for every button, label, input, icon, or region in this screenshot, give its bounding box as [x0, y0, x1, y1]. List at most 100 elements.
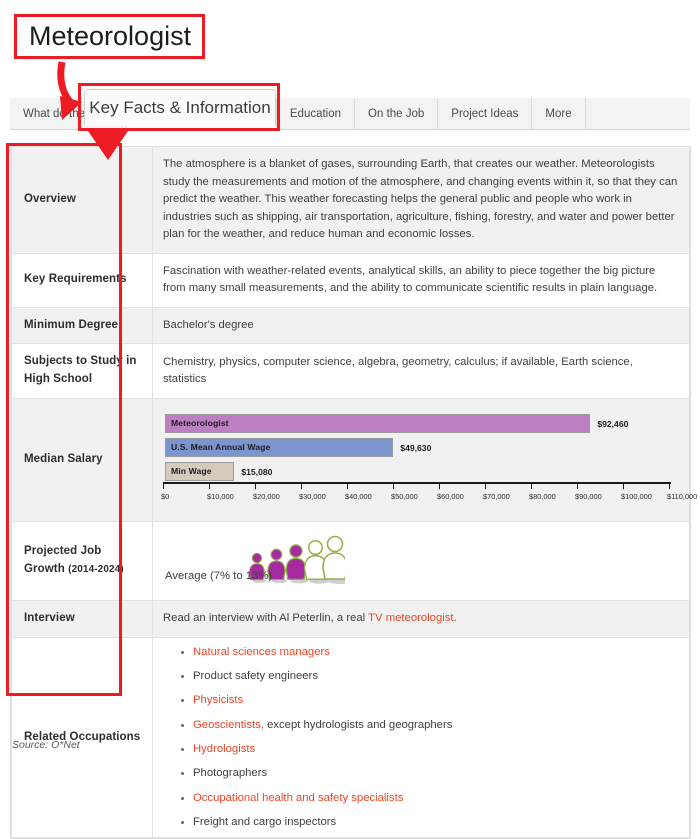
- related-occupation-link[interactable]: Geoscientists,: [193, 719, 264, 731]
- related-occupation-item: Freight and cargo inspectors: [181, 815, 679, 828]
- salary-axis-tick-label: $30,000: [299, 491, 326, 501]
- salary-axis-tick: [255, 481, 256, 489]
- table-row-subjects: Subjects to Study in High School Chemist…: [11, 343, 690, 399]
- related-occupation-link[interactable]: Physicists: [193, 694, 243, 706]
- tab-label: Education: [289, 107, 342, 120]
- related-occupation-item: Geoscientists, except hydrologists and g…: [181, 718, 679, 731]
- tab-label: On the Job: [368, 107, 425, 120]
- salary-bar-value: $49,630: [400, 442, 432, 453]
- related-occupation-text: Freight and cargo inspectors: [193, 815, 337, 828]
- related-occupation-item: Hydrologists: [181, 743, 679, 755]
- row-label-related-occupations: Related Occupations: [11, 636, 153, 839]
- person-icon-empty: [322, 535, 350, 584]
- salary-axis-line: [163, 481, 671, 484]
- salary-axis-tick: [163, 481, 164, 489]
- row-value-subjects: Chemistry, physics, computer science, al…: [152, 343, 690, 399]
- row-value-job-growth: Average (7% to 13%): [152, 520, 690, 601]
- salary-axis-tick-label: $70,000: [483, 491, 510, 501]
- salary-bar-label: U.S. Mean Annual Wage: [171, 441, 271, 452]
- salary-bar: Min Wage: [165, 461, 235, 481]
- row-label-key-requirements: Key Requirements: [11, 252, 153, 308]
- salary-bar-value: $92,460: [597, 418, 629, 429]
- annotation-tab-highlight-fill: Key Facts & Information: [84, 89, 276, 126]
- row-value-minimum-degree: Bachelor's degree: [152, 306, 690, 345]
- row-value-interview: Read an interview with Al Peterlin, a re…: [152, 599, 690, 638]
- salary-axis-tick-label: $60,000: [437, 491, 464, 501]
- job-growth-label-years: (2014-2024): [68, 563, 124, 575]
- salary-axis-tick-label: $10,000: [207, 491, 234, 501]
- salary-axis-tick: [301, 481, 302, 489]
- table-row-related-occupations: Related Occupations Natural sciences man…: [11, 636, 690, 839]
- related-occupation-item: Occupational health and safety specialis…: [181, 792, 679, 804]
- salary-axis-tick: [439, 481, 440, 489]
- growth-text: Average (7% to 13%): [165, 569, 273, 582]
- table-row-minimum-degree: Minimum Degree Bachelor's degree: [11, 306, 690, 345]
- related-occupation-item: Photographers: [181, 767, 679, 780]
- source-note: Source: O*Net: [12, 739, 80, 751]
- salary-bar-value: $15,080: [241, 466, 273, 477]
- table-row-interview: Interview Read an interview with Al Pete…: [11, 599, 690, 638]
- tv-meteorologist-link[interactable]: TV meteorologist: [368, 612, 453, 624]
- salary-axis-tick-label: $0: [161, 491, 170, 501]
- salary-axis-tick-label: $50,000: [391, 491, 418, 501]
- salary-axis-tick: [485, 481, 486, 489]
- row-label-overview: Overview: [11, 146, 153, 254]
- annotation-title-label: Meteorologist: [29, 21, 192, 51]
- salary-axis-tick: [209, 481, 210, 489]
- salary-axis-tick-label: $90,000: [575, 491, 602, 501]
- annotation-tab-label: Key Facts & Information: [89, 98, 271, 117]
- row-value-key-requirements: Fascination with weather-related events,…: [152, 252, 690, 308]
- related-occupation-link[interactable]: Natural sciences managers: [193, 646, 330, 658]
- related-occupation-text: Product safety engineers: [193, 670, 318, 683]
- tab-project-ideas[interactable]: Project Ideas: [438, 98, 533, 129]
- related-occupation-link[interactable]: Hydrologists: [193, 743, 255, 755]
- salary-bar-row: Min Wage $15,080: [165, 461, 677, 481]
- salary-axis-tick: [347, 481, 348, 489]
- salary-axis-tick: [393, 481, 394, 489]
- salary-bar-chart: Meteorologist $92,460 U.S. Mean Annual Wag…: [161, 408, 697, 512]
- salary-bar: U.S. Mean Annual Wage: [165, 437, 394, 457]
- related-occupations-list: Natural sciences managers Product safety …: [163, 646, 679, 828]
- salary-axis-tick: [623, 481, 624, 489]
- tab-label: Project Ideas: [451, 107, 519, 120]
- tab-more[interactable]: More: [532, 98, 586, 129]
- related-occupation-link[interactable]: Occupational health and safety specialis…: [193, 792, 403, 804]
- salary-axis-tick-label: $40,000: [345, 491, 372, 501]
- salary-axis-tick: [669, 481, 670, 489]
- growth-figure-group: Average (7% to 13%): [163, 531, 679, 591]
- salary-axis-tick-label: $20,000: [253, 491, 280, 501]
- salary-bar-row: Meteorologist $92,460: [165, 413, 677, 433]
- salary-bar: Meteorologist: [165, 413, 591, 433]
- related-occupation-item: Product safety engineers: [181, 670, 679, 683]
- salary-bar-row: U.S. Mean Annual Wage $49,630: [165, 437, 677, 457]
- salary-axis-tick-label: $100,000: [621, 491, 652, 501]
- related-occupation-text: Photographers: [193, 767, 268, 780]
- row-value-overview: The atmosphere is a blanket of gases, su…: [152, 146, 690, 254]
- table-row-overview: Overview The atmosphere is a blanket of …: [11, 146, 690, 254]
- salary-axis-tick-label: $80,000: [529, 491, 556, 501]
- salary-axis-tick: [577, 481, 578, 489]
- salary-bar-label: Meteorologist: [171, 417, 229, 428]
- key-facts-table: Overview The atmosphere is a blanket of …: [10, 146, 697, 839]
- salary-axis-tick: [531, 481, 532, 489]
- table-row-median-salary: Median Salary Meteorologist $92,460 U.S. M…: [11, 397, 697, 522]
- interview-text-before: Read an interview with Al Peterlin, a re…: [163, 612, 369, 625]
- interview-text-after: .: [453, 612, 457, 625]
- row-value-median-salary: Meteorologist $92,460 U.S. Mean Annual Wag…: [152, 397, 697, 522]
- related-occupation-suffix: except hydrologists and geographers: [263, 718, 453, 731]
- table-row-job-growth: Projected Job Growth (2014-2024) Average…: [11, 520, 690, 601]
- tab-bar-filler: [585, 98, 690, 129]
- row-value-related-occupations: Natural sciences managers Product safety …: [152, 636, 690, 839]
- row-label-median-salary: Median Salary: [11, 397, 153, 522]
- tab-label: More: [545, 107, 572, 120]
- table-row-key-requirements: Key Requirements Fascination with weathe…: [11, 252, 690, 308]
- row-label-subjects: Subjects to Study in High School: [11, 343, 153, 399]
- tab-education[interactable]: Education: [276, 98, 356, 129]
- row-label-job-growth: Projected Job Growth (2014-2024): [11, 520, 153, 601]
- row-label-interview: Interview: [11, 599, 153, 638]
- tab-on-the-job[interactable]: On the Job: [355, 98, 439, 129]
- salary-bar-label: Min Wage: [171, 465, 212, 476]
- annotation-title-box: Meteorologist: [14, 14, 205, 59]
- salary-axis-tick-label: $110,000: [667, 491, 698, 501]
- row-label-minimum-degree: Minimum Degree: [11, 306, 153, 345]
